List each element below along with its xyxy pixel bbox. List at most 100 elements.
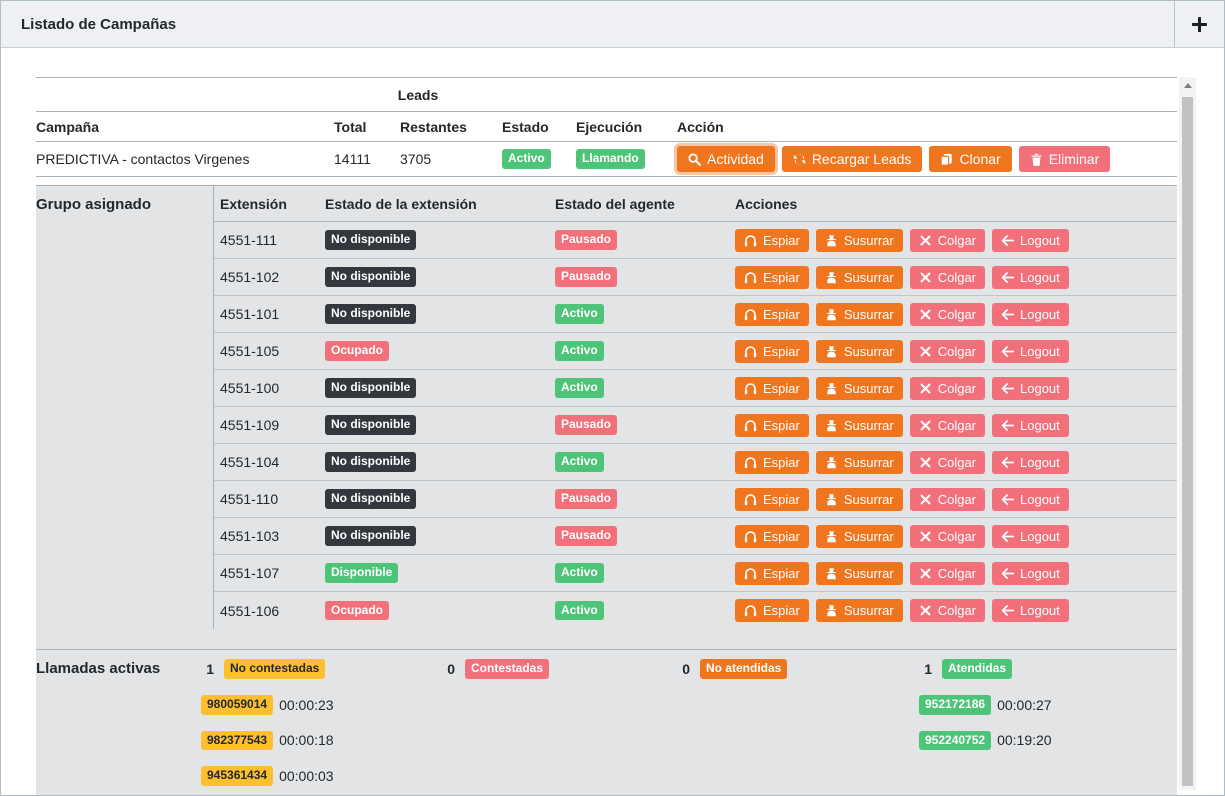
whisper-button[interactable]: Susurrar: [816, 562, 903, 585]
column-header-extension: Extensión: [220, 196, 325, 212]
column-header-extension-state: Estado de la extensión: [325, 196, 555, 212]
column-header-remaining: Restantes: [400, 119, 502, 135]
campaign-table-header: Campaña Total Restantes Estado Ejecución…: [36, 112, 1177, 142]
headphones-icon: [744, 530, 757, 543]
hangup-button[interactable]: Colgar: [910, 488, 985, 511]
hangup-button[interactable]: Colgar: [910, 229, 985, 252]
headphones-icon: [744, 308, 757, 321]
spy-button[interactable]: Espiar: [735, 451, 809, 474]
whisper-agent-icon: [825, 308, 838, 321]
scrollbar-thumb[interactable]: [1182, 97, 1193, 786]
extension-number: 4551-101: [220, 306, 325, 322]
spy-button[interactable]: Espiar: [735, 599, 809, 622]
extension-number: 4551-102: [220, 269, 325, 285]
spy-button[interactable]: Espiar: [735, 414, 809, 437]
logout-button[interactable]: Logout: [992, 414, 1069, 437]
spy-button[interactable]: Espiar: [735, 562, 809, 585]
hangup-button[interactable]: Colgar: [910, 525, 985, 548]
hangup-button[interactable]: Colgar: [910, 266, 985, 289]
logout-button[interactable]: Logout: [992, 451, 1069, 474]
activity-button[interactable]: Actividad: [677, 146, 775, 172]
x-icon: [919, 271, 932, 284]
attended-badge: Atendidas: [942, 659, 1012, 679]
unanswered-badge: No contestadas: [224, 659, 325, 679]
extension-state-badge: No disponible: [325, 378, 416, 398]
agent-state-badge: Activo: [555, 378, 604, 398]
logout-button[interactable]: Logout: [992, 599, 1069, 622]
whisper-button[interactable]: Susurrar: [816, 340, 903, 363]
spy-button[interactable]: Espiar: [735, 377, 809, 400]
whisper-button[interactable]: Susurrar: [816, 303, 903, 326]
hangup-button[interactable]: Colgar: [910, 414, 985, 437]
x-icon: [919, 456, 932, 469]
spy-button[interactable]: Espiar: [735, 229, 809, 252]
whisper-button[interactable]: Susurrar: [816, 488, 903, 511]
agent-state-badge: Pausado: [555, 230, 617, 250]
hangup-button[interactable]: Colgar: [910, 303, 985, 326]
whisper-agent-icon: [825, 271, 838, 284]
refresh-icon: [793, 153, 806, 166]
logout-button[interactable]: Logout: [992, 229, 1069, 252]
spy-button[interactable]: Espiar: [735, 303, 809, 326]
extension-state-badge: Ocupado: [325, 341, 389, 361]
extension-row: 4551-109 No disponible Pausado Espiar: [214, 407, 1177, 444]
answered-column: 0 Contestadas: [442, 650, 677, 679]
call-timer: 00:00:27: [997, 697, 1052, 713]
call-entry: 952172186 00:00:27: [919, 695, 1177, 715]
logout-button[interactable]: Logout: [992, 488, 1069, 511]
hangup-button[interactable]: Colgar: [910, 599, 985, 622]
clone-button[interactable]: Clonar: [929, 146, 1011, 172]
arrow-left-icon: [1001, 382, 1014, 395]
hangup-button[interactable]: Colgar: [910, 451, 985, 474]
extension-state-badge: No disponible: [325, 526, 416, 546]
assigned-group-title: Grupo asignado: [36, 186, 213, 213]
spy-button[interactable]: Espiar: [735, 488, 809, 511]
whisper-button[interactable]: Susurrar: [816, 229, 903, 252]
logout-button[interactable]: Logout: [992, 562, 1069, 585]
whisper-button[interactable]: Susurrar: [816, 266, 903, 289]
whisper-button[interactable]: Susurrar: [816, 451, 903, 474]
extension-state-badge: No disponible: [325, 452, 416, 472]
logout-button[interactable]: Logout: [992, 303, 1069, 326]
delete-button[interactable]: Eliminar: [1019, 146, 1111, 172]
spy-button[interactable]: Espiar: [735, 340, 809, 363]
x-icon: [919, 308, 932, 321]
x-icon: [919, 234, 932, 247]
whisper-button[interactable]: Susurrar: [816, 599, 903, 622]
logout-button[interactable]: Logout: [992, 525, 1069, 548]
logout-button[interactable]: Logout: [992, 340, 1069, 363]
page-title: Listado de Campañas: [1, 1, 1174, 47]
reload-leads-button[interactable]: Recargar Leads: [782, 146, 923, 172]
whisper-button[interactable]: Susurrar: [816, 377, 903, 400]
logout-button[interactable]: Logout: [992, 266, 1069, 289]
call-number-badge: 952172186: [919, 695, 991, 715]
spy-button[interactable]: Espiar: [735, 266, 809, 289]
scroll-up-button[interactable]: [1179, 77, 1196, 94]
column-header-agent-state: Estado del agente: [555, 196, 735, 212]
add-campaign-button[interactable]: [1175, 1, 1224, 47]
scroll-up-icon: [1184, 83, 1192, 88]
spy-button[interactable]: Espiar: [735, 525, 809, 548]
logout-button[interactable]: Logout: [992, 377, 1069, 400]
whisper-agent-icon: [825, 234, 838, 247]
hangup-button[interactable]: Colgar: [910, 562, 985, 585]
whisper-button[interactable]: Susurrar: [816, 414, 903, 437]
search-icon: [688, 153, 701, 166]
extension-row: 4551-101 No disponible Activo Espiar: [214, 296, 1177, 333]
call-timer: 00:00:03: [279, 768, 334, 784]
x-icon: [919, 604, 932, 617]
assigned-group-section: Grupo asignado Extensión Estado de la ex…: [36, 185, 1177, 649]
whisper-button[interactable]: Susurrar: [816, 525, 903, 548]
hangup-button[interactable]: Colgar: [910, 377, 985, 400]
attended-count: 1: [924, 661, 932, 677]
extension-number: 4551-107: [220, 565, 325, 581]
extension-state-badge: No disponible: [325, 489, 416, 509]
headphones-icon: [744, 456, 757, 469]
unattended-badge: No atendidas: [700, 659, 787, 679]
arrow-left-icon: [1001, 530, 1014, 543]
scrollbar[interactable]: [1179, 77, 1196, 790]
extension-row: 4551-106 Ocupado Activo Espiar: [214, 592, 1177, 629]
extension-state-badge: Disponible: [325, 563, 398, 583]
hangup-button[interactable]: Colgar: [910, 340, 985, 363]
arrow-left-icon: [1001, 271, 1014, 284]
